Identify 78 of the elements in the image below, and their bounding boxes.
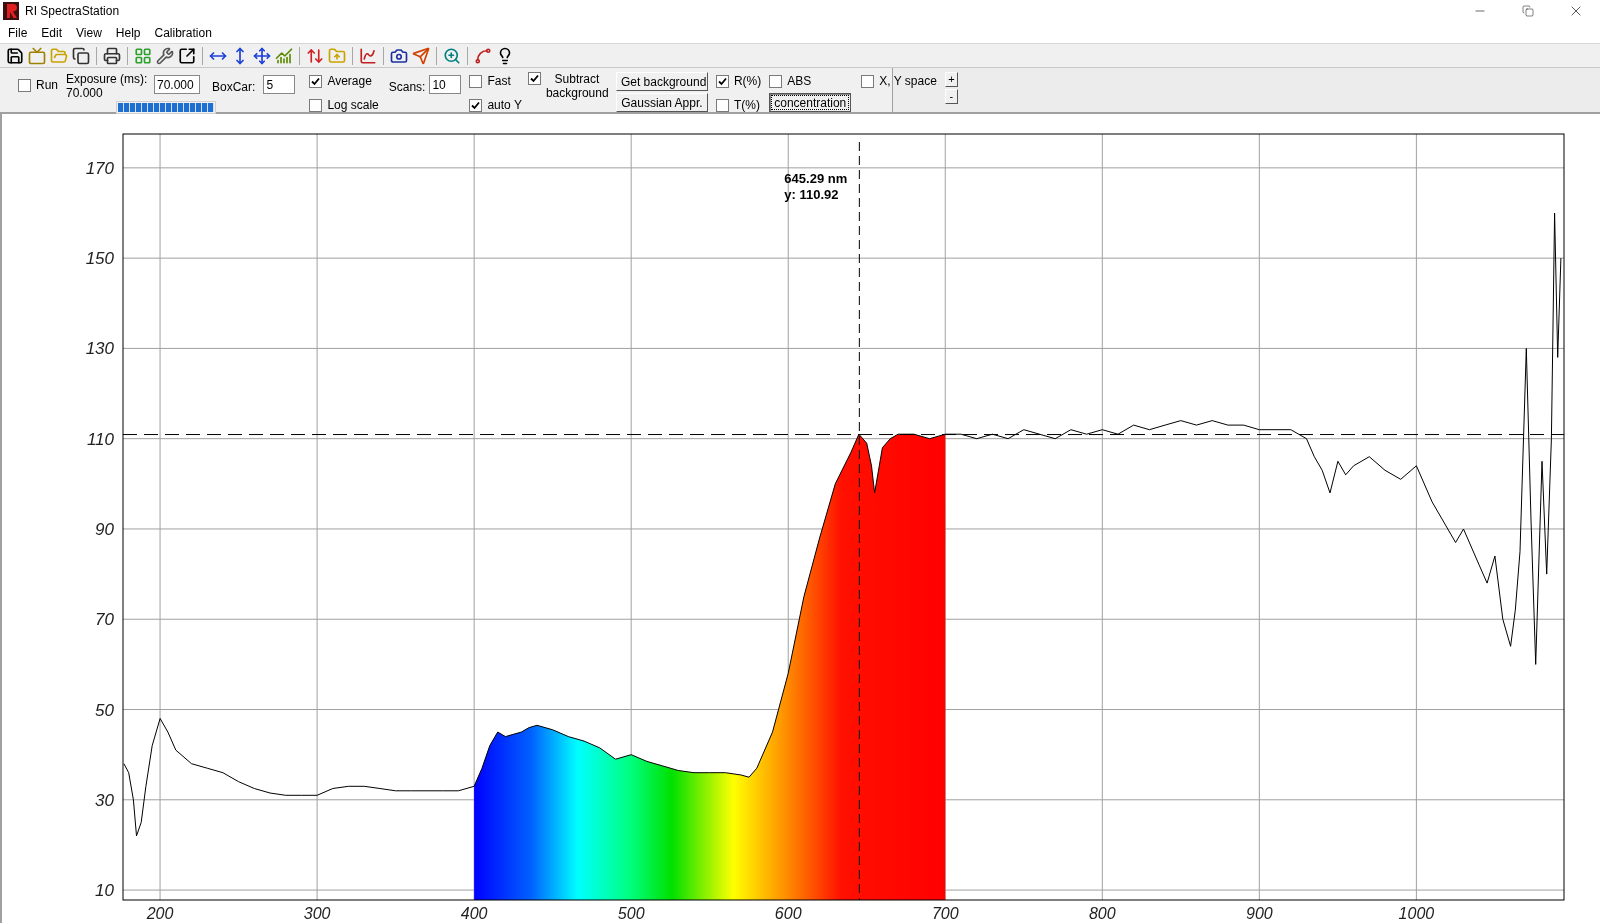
chart-icon[interactable] <box>275 46 293 65</box>
check-icon <box>717 76 727 86</box>
checkbox[interactable] <box>18 78 31 92</box>
checkbox-label: Run <box>36 77 58 94</box>
y-tick-label: 90 <box>95 519 114 539</box>
checkbox-label: X, Y space <box>879 73 937 90</box>
checkbox[interactable] <box>309 74 323 88</box>
boxcar-label: BoxCar: <box>212 79 256 96</box>
push-button[interactable]: concentration <box>769 93 852 112</box>
cursor-label: 645.29 nm <box>784 171 848 186</box>
cursor-label: y: 110.92 <box>784 187 839 202</box>
checkbox-label: ABS <box>787 73 812 90</box>
x-tick-label: 400 <box>460 905 488 922</box>
graph-icon[interactable] <box>359 46 377 65</box>
line-icon[interactable] <box>474 46 492 65</box>
boxcar-field[interactable]: 5 <box>263 75 296 94</box>
y-tick-label: 70 <box>95 610 114 630</box>
checkbox-label: auto Y <box>487 97 522 114</box>
scans-label: Scans: <box>388 79 426 96</box>
push-button[interactable]: Get background <box>615 72 708 91</box>
y-tick-label: 110 <box>86 429 114 449</box>
checkbox-label: Fast <box>487 73 511 90</box>
checkbox[interactable] <box>715 74 729 88</box>
x-tick-label: 1000 <box>1398 905 1435 922</box>
checkbox-label: Subtract background <box>545 72 608 100</box>
copy-icon[interactable] <box>72 46 90 65</box>
checkbox[interactable] <box>769 74 783 88</box>
move-icon[interactable] <box>253 46 271 65</box>
y-tick-label: 50 <box>95 700 114 720</box>
x-tick-label: 800 <box>1088 905 1116 922</box>
y-tick-label: 150 <box>85 249 114 269</box>
x-tick-label: 500 <box>617 905 645 922</box>
x-tick-label: 600 <box>774 905 802 922</box>
exposure-reading: 70.000 <box>66 86 104 100</box>
check-icon <box>311 76 321 86</box>
print-icon[interactable] <box>103 46 121 65</box>
checkbox[interactable] <box>527 72 541 85</box>
save-icon[interactable] <box>6 46 24 65</box>
y-tick-label: 130 <box>85 339 114 359</box>
zoom-in-button[interactable]: + <box>944 72 958 87</box>
wrench-icon[interactable] <box>156 46 174 65</box>
camera-icon[interactable] <box>390 46 408 65</box>
checkbox-label: Log scale <box>327 97 379 114</box>
x-tick-label: 700 <box>931 905 959 922</box>
menu-item[interactable]: Edit <box>35 23 69 42</box>
up-down-arrows-icon[interactable] <box>306 46 324 65</box>
window-title: RI SpectraStation <box>25 3 120 20</box>
x-tick-label: 300 <box>303 905 331 922</box>
x-tick-label: 900 <box>1246 905 1273 922</box>
scans-field[interactable]: 10 <box>429 75 462 94</box>
exposure-field[interactable]: 70.000 <box>154 75 200 94</box>
restore-icon <box>1522 5 1534 17</box>
y-tick-label: 170 <box>85 158 114 178</box>
menu-item[interactable]: View <box>70 23 108 42</box>
check-icon <box>471 100 481 110</box>
checkbox[interactable] <box>309 98 323 112</box>
checkbox[interactable] <box>469 74 483 88</box>
menu-item[interactable]: Help <box>109 23 147 42</box>
zoom-out-button[interactable]: - <box>944 89 958 104</box>
app-logo-icon <box>3 2 19 20</box>
checkbox[interactable] <box>469 98 483 112</box>
checkbox[interactable] <box>715 98 729 112</box>
menu-item[interactable]: File <box>2 23 34 42</box>
y-tick-label: 30 <box>95 790 114 810</box>
grid-icon[interactable] <box>134 46 152 65</box>
zoom-icon[interactable] <box>443 46 461 65</box>
push-button[interactable]: Gaussian Appr. <box>615 93 708 112</box>
y-tick-label: 10 <box>95 881 114 901</box>
exposure-label: Exposure (ms): <box>66 72 146 86</box>
checkbox-label: Average <box>327 73 372 90</box>
x-tick-label: 200 <box>146 905 174 922</box>
export-icon[interactable] <box>178 46 196 65</box>
menu-item[interactable]: Calibration <box>148 23 218 42</box>
checkbox-label: R(%) <box>733 73 762 90</box>
checkbox[interactable] <box>861 74 875 88</box>
check-icon <box>529 74 539 83</box>
checkbox-label: T(%) <box>733 97 760 114</box>
pointer-icon[interactable] <box>412 46 430 65</box>
